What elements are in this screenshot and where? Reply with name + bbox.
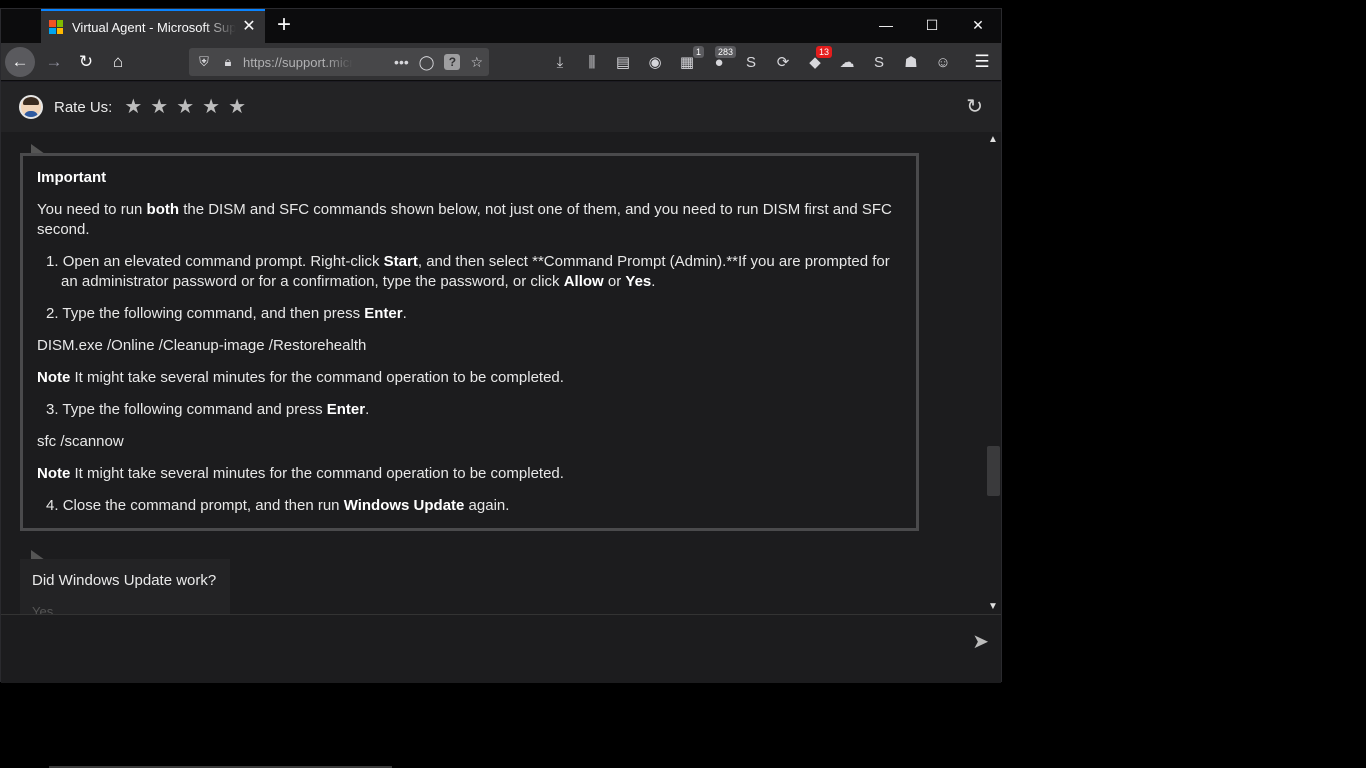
card-heading: Important xyxy=(37,169,107,186)
extension-cloud-icon-glyph: ☁ xyxy=(839,54,855,71)
rating-star-4[interactable]: ★ xyxy=(202,97,220,117)
arrow-left-icon: ← xyxy=(11,52,29,71)
extension-sync-icon[interactable]: ⟳ xyxy=(772,51,794,73)
arrow-right-icon: → xyxy=(45,52,63,71)
downloads-icon-glyph: ⤓ xyxy=(556,53,564,71)
virtual-agent-page: Rate Us: ★ ★ ★ ★ ★ ↻ Important You need … xyxy=(1,82,1001,683)
scroll-up-icon[interactable]: ▲ xyxy=(988,134,998,145)
step-1: 1. Open an elevated command prompt. Righ… xyxy=(46,253,890,290)
scroll-thumb[interactable] xyxy=(987,446,1000,496)
new-tab-button[interactable]: + xyxy=(271,13,297,39)
bookmark-star-icon[interactable]: ☆ xyxy=(470,54,483,71)
reload-icon: ↻ xyxy=(78,52,94,71)
extension-notify-icon[interactable]: ◆ 13 xyxy=(804,46,832,73)
rate-label: Rate Us: xyxy=(54,98,113,116)
card-intro: You need to run both the DISM and SFC co… xyxy=(37,201,892,238)
sidebar-icon-glyph: ▤ xyxy=(615,54,631,71)
minimize-button[interactable]: — xyxy=(863,9,909,41)
chat-transcript[interactable]: Important You need to run both the DISM … xyxy=(1,132,1001,614)
scroll-down-icon[interactable]: ▼ xyxy=(988,601,998,612)
more-actions-icon[interactable]: ••• xyxy=(394,54,409,70)
extension-red-icon[interactable]: ● 283 xyxy=(708,46,736,73)
tab-virtual-agent[interactable]: Virtual Agent - Microsoft Support ✕ xyxy=(41,9,265,43)
dism-command: DISM.exe /Online /Cleanup-image /Restore… xyxy=(37,337,367,354)
note-1: Note It might take several minutes for t… xyxy=(37,369,564,386)
rating-star-1[interactable]: ★ xyxy=(124,97,142,117)
extension-badge: 13 xyxy=(815,46,832,58)
rating-star-5[interactable]: ★ xyxy=(228,97,246,117)
account-icon[interactable]: ◉ xyxy=(644,51,666,73)
close-window-button[interactable]: ✕ xyxy=(955,9,1001,41)
downloads-icon[interactable]: ⤓ xyxy=(549,51,571,73)
browser-window: Virtual Agent - Microsoft Support ✕ + — … xyxy=(0,8,1002,683)
help-icon[interactable]: ? xyxy=(444,54,461,70)
url-text[interactable]: https://support.microsoft.com xyxy=(243,55,353,70)
extension-badge: 283 xyxy=(714,46,736,58)
rate-header: Rate Us: ★ ★ ★ ★ ★ ↻ xyxy=(1,82,1001,132)
account-icon-glyph: ◉ xyxy=(648,54,662,71)
maximize-button[interactable]: ☐ xyxy=(909,9,955,41)
sfc-command: sfc /scannow xyxy=(37,433,124,450)
back-button[interactable]: ← xyxy=(5,47,35,77)
navigation-toolbar: ← → ↻ ⌂ ⛨ 🔒︎ https://support.microsoft.c… xyxy=(1,43,1001,81)
rating-star-3[interactable]: ★ xyxy=(176,97,194,117)
send-icon[interactable]: ➤ xyxy=(972,629,989,654)
step-2: 2. Type the following command, and then … xyxy=(46,305,407,322)
extension-spy-icon-glyph: ☺ xyxy=(935,53,951,71)
extension-green-icon-glyph: ▦ xyxy=(679,54,695,71)
url-bar[interactable]: ⛨ 🔒︎ https://support.microsoft.com ••• ◯… xyxy=(189,48,489,76)
extension-people-icon-glyph: ☗ xyxy=(904,54,918,71)
step-3: 3. Type the following command and press … xyxy=(46,401,370,418)
rating-star-2[interactable]: ★ xyxy=(150,97,168,117)
microsoft-logo-icon xyxy=(49,20,63,34)
instructions-card: Important You need to run both the DISM … xyxy=(20,153,919,531)
shield-icon[interactable]: ⛨ xyxy=(195,54,213,70)
pocket-icon[interactable]: ◯ xyxy=(419,54,435,71)
extension-people-icon[interactable]: ☗ xyxy=(900,51,922,73)
tab-strip: Virtual Agent - Microsoft Support ✕ + — … xyxy=(1,9,1001,43)
extension-sync-icon-glyph: ⟳ xyxy=(776,54,790,71)
home-button[interactable]: ⌂ xyxy=(103,47,133,77)
agent-avatar xyxy=(19,95,43,119)
restart-chat-icon[interactable]: ↻ xyxy=(966,97,983,117)
lock-icon[interactable]: 🔒︎ xyxy=(219,54,237,70)
library-icon-glyph: ⫼ xyxy=(588,53,596,71)
hamburger-menu-icon: ☰ xyxy=(974,52,990,71)
reload-button[interactable]: ↻ xyxy=(71,47,101,77)
extension-skype-icon[interactable]: S xyxy=(868,51,890,73)
answer-option-faded[interactable]: Yes xyxy=(32,604,53,614)
extension-s-icon-glyph: S xyxy=(745,53,756,71)
extension-spy-icon[interactable]: ☺ xyxy=(932,51,954,73)
extension-s-icon[interactable]: S xyxy=(740,51,762,73)
question-text: Did Windows Update work? xyxy=(32,572,217,589)
message-input-bar[interactable]: ➤ xyxy=(1,614,1001,683)
chat-scrollbar[interactable]: ▲ ▼ xyxy=(985,132,1001,614)
extension-badge: 1 xyxy=(692,46,704,58)
extension-skype-icon-glyph: S xyxy=(873,53,884,71)
tab-close-icon[interactable]: ✕ xyxy=(241,19,257,35)
note-2: Note It might take several minutes for t… xyxy=(37,465,564,482)
sidebar-icon[interactable]: ▤ xyxy=(612,51,634,73)
extension-cloud-icon[interactable]: ☁ xyxy=(836,51,858,73)
library-icon[interactable]: ⫼ xyxy=(581,51,603,73)
home-icon: ⌂ xyxy=(112,52,124,71)
menu-button[interactable]: ☰ xyxy=(967,47,997,77)
extension-green-icon[interactable]: ▦ 1 xyxy=(676,46,704,73)
tab-title: Virtual Agent - Microsoft Support xyxy=(72,19,236,35)
forward-button[interactable]: → xyxy=(39,47,69,77)
step-4: 4. Close the command prompt, and then ru… xyxy=(46,497,510,514)
